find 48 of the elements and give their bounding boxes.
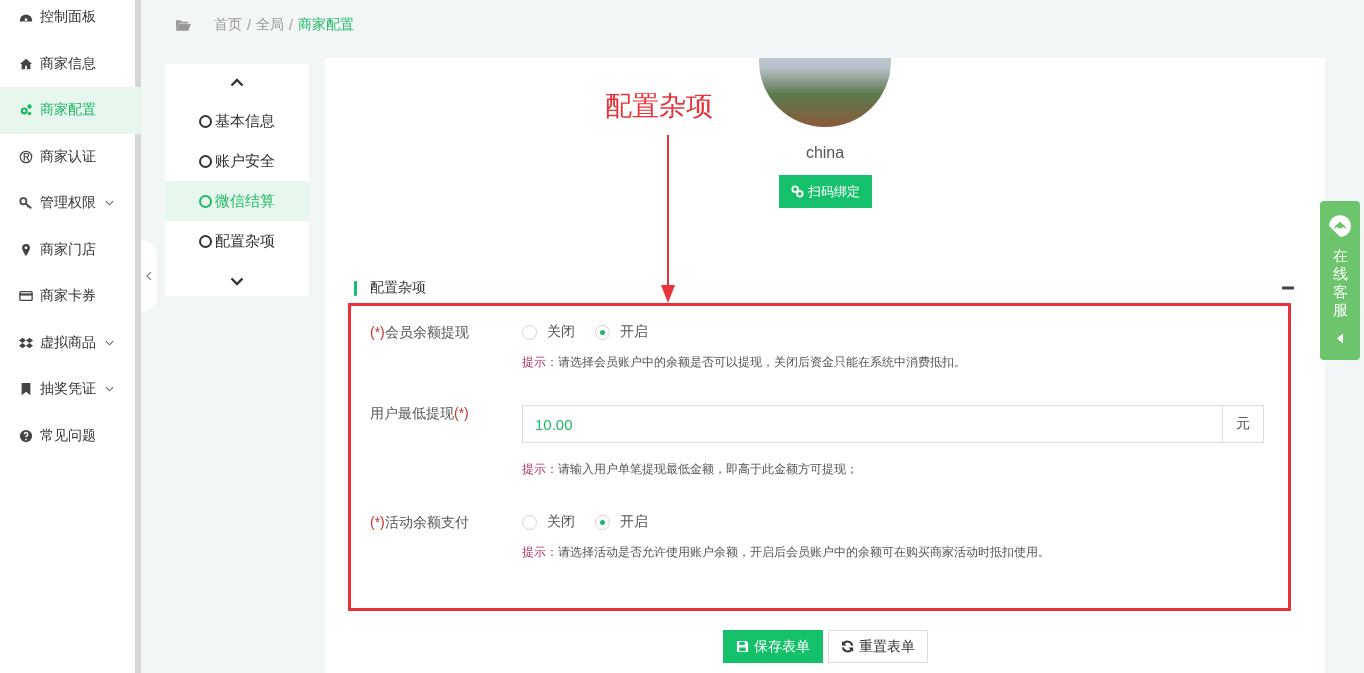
folder-icon	[176, 18, 191, 31]
sidebar-item[interactable]: 抽奖凭证	[0, 366, 141, 413]
chevron-left-icon	[146, 271, 152, 281]
field-label: 用户最低提现(*)	[370, 405, 470, 423]
annotation-label: 配置杂项	[605, 90, 713, 123]
hint-text: 提示：请输入用户单笔提现最低金额，即高于此金额方可提现；	[522, 462, 859, 477]
credit-card-icon	[19, 289, 33, 304]
home-icon	[19, 56, 33, 71]
radio-option[interactable]: 关闭	[522, 323, 575, 341]
refresh-icon	[840, 640, 854, 653]
unit-addon: 元	[1222, 405, 1264, 443]
registered-icon	[19, 149, 33, 164]
radio-option[interactable]: 开启	[595, 513, 648, 531]
field-label: (*)活动余额支付	[370, 513, 470, 532]
radio-option[interactable]: 开启	[595, 323, 648, 341]
radio-option[interactable]: 关闭	[522, 513, 575, 531]
sidebar-item[interactable]: 管理权限	[0, 180, 141, 227]
bookmark-icon	[19, 382, 33, 397]
gears-icon	[19, 103, 33, 118]
boxes-icon	[19, 335, 33, 350]
help-icon	[19, 428, 33, 443]
sidebar-item[interactable]: 商家信息	[0, 40, 141, 87]
map-pin-icon	[19, 242, 33, 257]
sidebar-item[interactable]: 常见问题	[0, 412, 141, 459]
sidebar-item[interactable]: 商家门店	[0, 226, 141, 273]
collapse-icon[interactable]	[1282, 286, 1294, 290]
sidebar-item[interactable]: 商家卡券	[0, 273, 141, 320]
sub-nav-item[interactable]: 基本信息	[165, 101, 309, 141]
breadcrumb-separator: /	[247, 16, 251, 33]
profile-name: china	[805, 144, 845, 162]
field-label: (*)会员余额提现	[370, 323, 470, 342]
chevron-up-icon[interactable]	[230, 78, 244, 87]
online-service-label: 在线客服	[1332, 247, 1348, 319]
sub-nav-item[interactable]: 账户安全	[165, 141, 309, 181]
reset-button[interactable]: 重置表单	[827, 630, 928, 663]
chevron-down-icon[interactable]	[230, 277, 244, 286]
hint-text: 提示：请选择活动是否允许使用账户余额，开启后会员账户中的余额可在购买商家活动时抵扣使用。	[522, 545, 1051, 560]
key-icon	[19, 196, 33, 211]
sidebar-item[interactable]: 控制面板	[0, 0, 141, 41]
triangle-left-icon	[1337, 333, 1343, 344]
smiley-face-icon	[1327, 213, 1353, 239]
link-icon	[790, 185, 804, 198]
breadcrumb-separator: /	[288, 16, 293, 33]
sidebar-item[interactable]: 虚拟商品	[0, 319, 141, 366]
section-title: 配置杂项	[370, 279, 427, 297]
sidebar-item[interactable]: 商家认证	[0, 133, 141, 180]
hint-text: 提示：请选择会员账户中的余额是否可以提现，关闭后资金只能在系统中消费抵扣。	[522, 355, 967, 370]
sub-nav-item[interactable]: 配置杂项	[165, 221, 309, 261]
